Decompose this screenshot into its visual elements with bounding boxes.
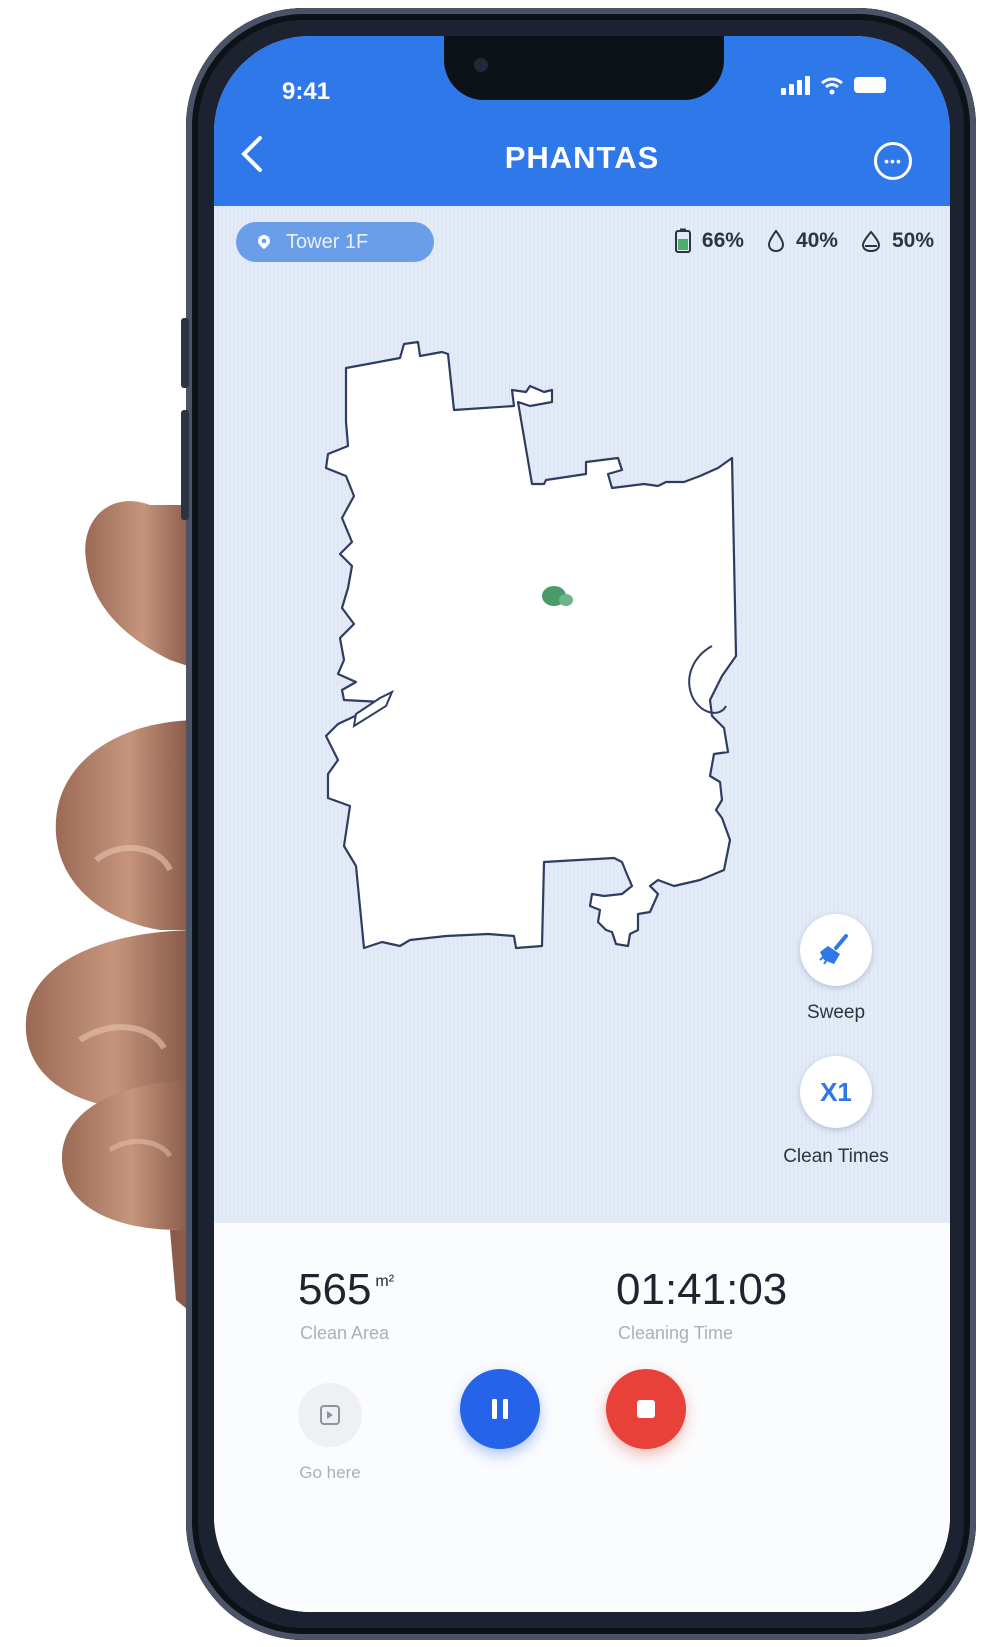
go-here-button[interactable] <box>298 1383 362 1447</box>
page-title: PHANTAS <box>504 140 660 175</box>
stop-button[interactable] <box>606 1369 686 1449</box>
side-button <box>181 410 189 520</box>
more-options-button[interactable]: ••• <box>874 142 912 180</box>
wifi-icon <box>821 77 843 95</box>
stop-icon <box>637 1400 655 1418</box>
cleaning-time-label: Cleaning Time <box>618 1323 734 1343</box>
phone-screen: 9:41 PHANTAS ••• Tower 1F 66% 40% 50% Sw… <box>214 36 950 1612</box>
location-pin-icon <box>258 235 270 249</box>
clean-area-unit: m² <box>375 1273 395 1290</box>
mop-value: 50% <box>891 229 934 252</box>
pause-icon <box>492 1399 508 1419</box>
clean-times-button[interactable]: X1 <box>800 1056 872 1128</box>
status-icons <box>781 76 886 95</box>
mop-drop-icon <box>861 230 880 253</box>
notch <box>444 36 724 100</box>
signal-icon <box>781 76 810 95</box>
go-here-icon <box>320 1405 340 1425</box>
pause-button[interactable] <box>460 1369 540 1449</box>
cleaning-time-value: 01:41:03 <box>616 1265 788 1314</box>
water-drop-icon <box>767 229 784 253</box>
battery-value: 66% <box>701 229 744 252</box>
bottom-panel: 565 m² Clean Area 01:41:03 Cleaning Time … <box>214 1222 950 1612</box>
go-here-label: Go here <box>299 1463 361 1482</box>
sweep-button[interactable] <box>800 914 872 986</box>
water-value: 40% <box>795 229 838 252</box>
clean-area-value: 565 <box>298 1265 372 1314</box>
clean-times-value: X1 <box>820 1076 852 1107</box>
device-stats: 66% 40% 50% <box>652 228 934 254</box>
floor-label: Tower 1F <box>286 230 369 253</box>
mop-stat: 50% <box>860 229 934 253</box>
battery-icon <box>674 228 691 253</box>
sweep-label: Sweep <box>806 1002 866 1023</box>
floor-selector[interactable]: Tower 1F <box>236 222 434 262</box>
status-time: 9:41 <box>282 78 331 105</box>
battery-status-icon <box>854 77 886 93</box>
clean-area-metric: 565 m² <box>298 1265 394 1315</box>
water-stat: 40% <box>766 229 838 253</box>
clean-area-label: Clean Area <box>300 1323 390 1343</box>
broom-icon <box>819 934 848 965</box>
battery-stat: 66% <box>674 228 744 254</box>
floor-plan-outline <box>324 340 738 950</box>
clean-times-label: Clean Times <box>783 1146 889 1167</box>
map-area[interactable]: Tower 1F 66% 40% 50% Sweep X1 Clean Time… <box>214 206 950 1222</box>
side-button <box>181 318 189 388</box>
more-icon: ••• <box>884 153 902 169</box>
